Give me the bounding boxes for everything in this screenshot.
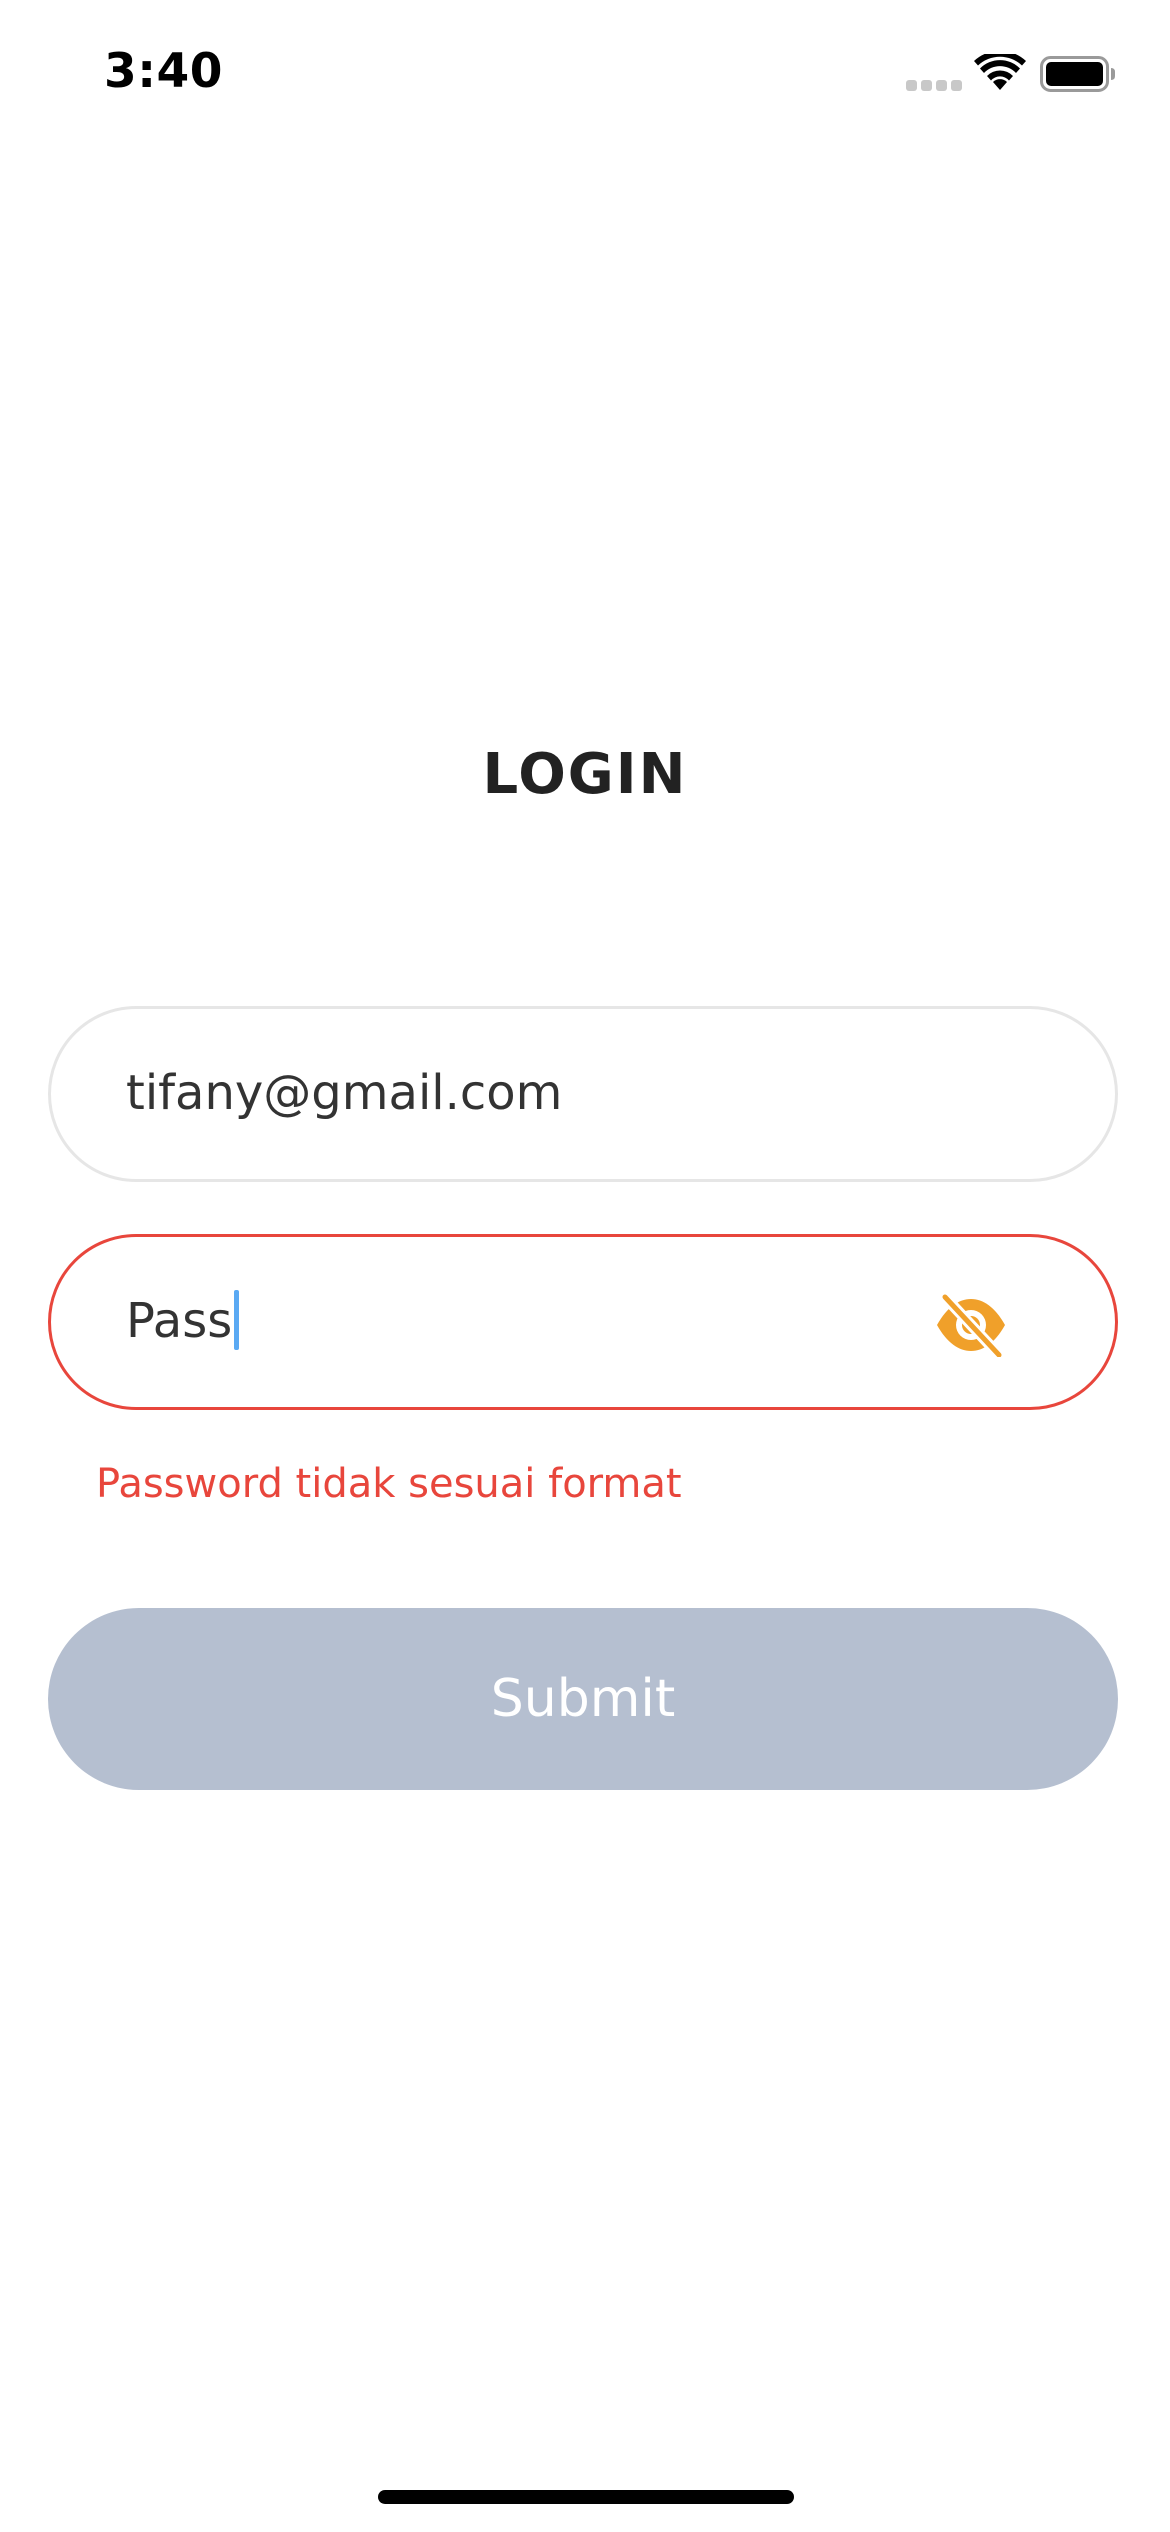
submit-button[interactable]: Submit xyxy=(48,1608,1118,1790)
password-error-message: Password tidak sesuai format xyxy=(96,1461,682,1507)
email-text: tifany@gmail.com xyxy=(126,1065,563,1121)
email-value: tifany@gmail.com xyxy=(126,1059,562,1127)
password-field[interactable]: Pass xyxy=(48,1234,1118,1410)
eye-off-icon[interactable] xyxy=(935,1293,1007,1357)
page-title: LOGIN xyxy=(482,742,688,807)
email-field[interactable]: tifany@gmail.com xyxy=(48,1006,1118,1182)
battery-icon xyxy=(1040,56,1115,92)
password-text: Pass xyxy=(126,1293,233,1349)
status-time: 3:40 xyxy=(104,44,223,99)
home-indicator[interactable] xyxy=(378,2490,794,2504)
password-value: Pass xyxy=(126,1287,240,1355)
cellular-signal-icon xyxy=(906,80,962,91)
wifi-icon xyxy=(974,54,1026,90)
text-caret xyxy=(234,1290,240,1350)
